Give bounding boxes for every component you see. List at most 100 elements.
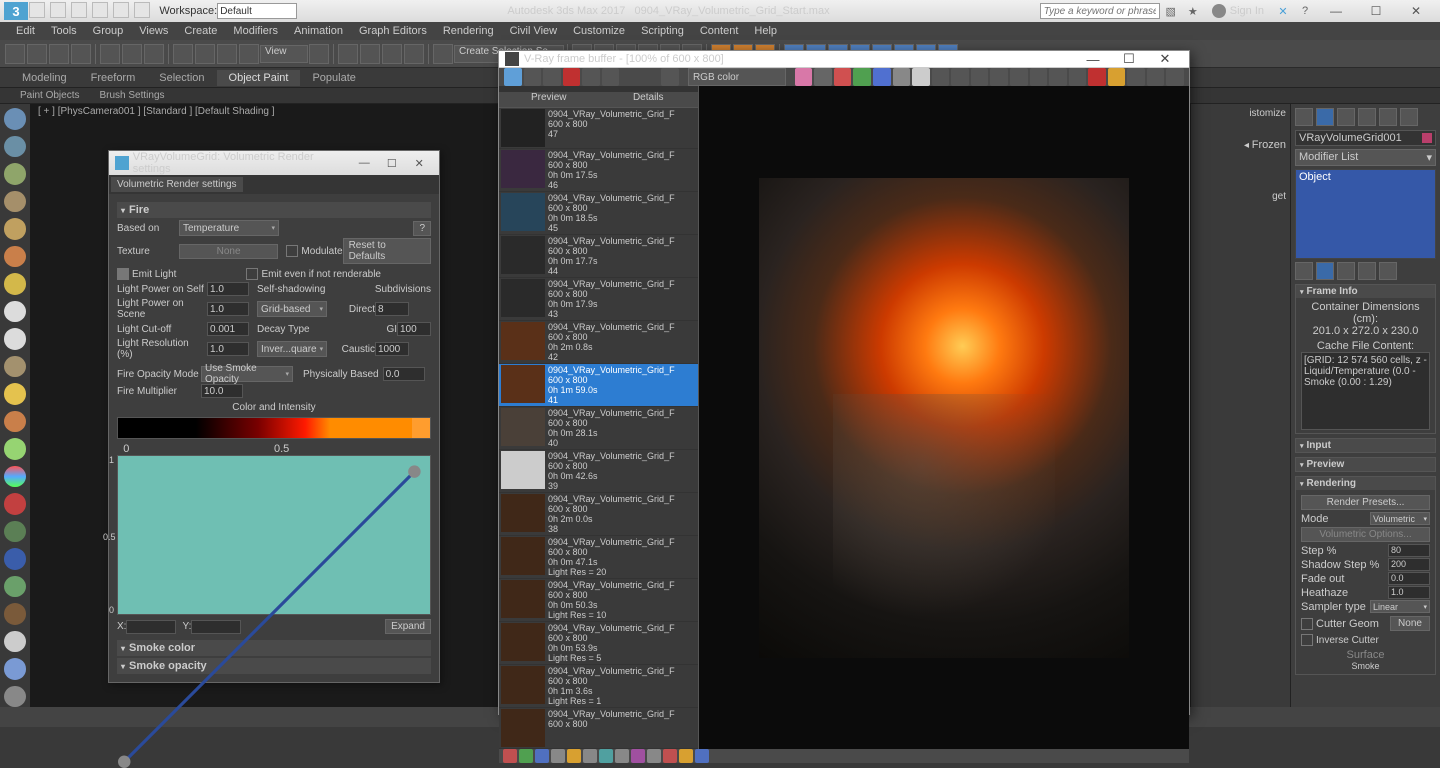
intensity-curve[interactable]: [117, 455, 431, 615]
vfb-clamp-icon[interactable]: [990, 68, 1008, 86]
vfb-g-icon[interactable]: [853, 68, 871, 86]
tool-window-icon[interactable]: [144, 44, 164, 64]
history-item[interactable]: 0904_VRay_Volumetric_Grid_F600 x 8000h 0…: [499, 278, 698, 321]
tool-rect-icon[interactable]: [122, 44, 142, 64]
menu-views[interactable]: Views: [131, 25, 176, 37]
reset-defaults-button[interactable]: Reset to Defaults: [343, 238, 431, 264]
vfb-region-icon[interactable]: [1030, 68, 1048, 86]
menu-animation[interactable]: Animation: [286, 25, 351, 37]
status-green-icon[interactable]: [519, 749, 533, 763]
vfb-maximize-button[interactable]: ☐: [1111, 51, 1147, 67]
vfb-copy-icon[interactable]: [582, 68, 600, 86]
vfb-dot-icon[interactable]: [814, 68, 832, 86]
heat-spinner[interactable]: 1.0: [1388, 586, 1430, 599]
history-item[interactable]: 0904_VRay_Volumetric_Grid_F600 x 8000h 0…: [499, 536, 698, 579]
app-logo[interactable]: 3: [4, 2, 28, 20]
fade-spinner[interactable]: 0.0: [1388, 572, 1430, 585]
obj-wave-icon[interactable]: [4, 548, 26, 570]
tab-selection[interactable]: Selection: [147, 70, 216, 86]
rollout-head-frameinfo[interactable]: Frame Info: [1296, 285, 1435, 298]
vfb-a-icon[interactable]: [893, 68, 911, 86]
history-item[interactable]: 0904_VRay_Volumetric_Grid_F600 x 8000h 0…: [499, 622, 698, 665]
obj-box-icon[interactable]: [4, 136, 26, 158]
obj-plane-icon[interactable]: [4, 301, 26, 323]
qat-open-icon[interactable]: [50, 2, 66, 18]
maximize-button[interactable]: ☐: [1356, 0, 1396, 22]
vfb-saveall-icon[interactable]: [543, 68, 561, 86]
obj-sun-icon[interactable]: [4, 383, 26, 405]
dialog-maximize-button[interactable]: ☐: [378, 157, 405, 170]
cmd-modify-icon[interactable]: [1316, 108, 1334, 126]
obj-cone-icon[interactable]: [4, 246, 26, 268]
status-g4-icon[interactable]: [647, 749, 661, 763]
firemult-spinner[interactable]: 10.0: [201, 384, 243, 398]
menu-modifiers[interactable]: Modifiers: [225, 25, 286, 37]
history-item[interactable]: 0904_VRay_Volumetric_Grid_F600 x 8000h 1…: [499, 665, 698, 708]
search-input[interactable]: [1040, 3, 1160, 19]
stack-show-icon[interactable]: [1316, 262, 1334, 280]
obj-arrow-icon[interactable]: [4, 521, 26, 543]
physbased-spinner[interactable]: 0.0: [383, 367, 425, 381]
obj-torus-icon[interactable]: [4, 191, 26, 213]
emit-light-check[interactable]: Emit Light: [117, 268, 176, 280]
vfb-stop-icon[interactable]: [1069, 68, 1087, 86]
vfb-mono-icon[interactable]: [912, 68, 930, 86]
workspace-combo[interactable]: [217, 3, 297, 19]
caustic-spinner[interactable]: 1000: [375, 342, 409, 356]
history-item[interactable]: 0904_VRay_Volumetric_Grid_F600 x 8000h 0…: [499, 149, 698, 192]
tool-named-sel-icon[interactable]: [433, 44, 453, 64]
qat-save-icon[interactable]: [71, 2, 87, 18]
shadow-spinner[interactable]: 200: [1388, 558, 1430, 571]
menu-create[interactable]: Create: [176, 25, 225, 37]
history-item[interactable]: 0904_VRay_Volumetric_Grid_F600 x 8000h 0…: [499, 407, 698, 450]
history-head-preview[interactable]: Preview: [499, 92, 599, 107]
vfb-track-icon[interactable]: [1049, 68, 1067, 86]
modulate-check[interactable]: Modulate: [286, 245, 342, 257]
basedon-combo[interactable]: Temperature: [179, 220, 279, 236]
dialog-close-button[interactable]: ✕: [406, 157, 433, 170]
minimize-button[interactable]: —: [1316, 0, 1356, 22]
tool-placement-icon[interactable]: [239, 44, 259, 64]
cmd-create-icon[interactable]: [1295, 108, 1313, 126]
emit-nonrender-check[interactable]: Emit even if not renderable: [246, 268, 381, 280]
tool-percent-icon[interactable]: [382, 44, 402, 64]
info-center-icon[interactable]: ▧: [1163, 3, 1179, 19]
qat-new-icon[interactable]: [29, 2, 45, 18]
tool-spinner-icon[interactable]: [404, 44, 424, 64]
status-red-icon[interactable]: [503, 749, 517, 763]
tab-populate[interactable]: Populate: [300, 70, 367, 86]
vfb-r-icon[interactable]: [834, 68, 852, 86]
vfb-ipr-icon[interactable]: [1108, 68, 1126, 86]
obj-creature-icon[interactable]: [4, 603, 26, 625]
step-spinner[interactable]: 80: [1388, 544, 1430, 557]
tool-bind-icon[interactable]: [71, 44, 91, 64]
stack-remove-icon[interactable]: [1358, 262, 1376, 280]
history-item[interactable]: 0904_VRay_Volumetric_Grid_F600 x 8000h 0…: [499, 235, 698, 278]
tab-modeling[interactable]: Modeling: [10, 70, 79, 86]
tool-link-icon[interactable]: [27, 44, 47, 64]
lp-self-spinner[interactable]: 1.0: [207, 282, 249, 296]
vfb-hist-icon[interactable]: [1147, 68, 1165, 86]
tab-objectpaint[interactable]: Object Paint: [217, 70, 301, 86]
panel-paintobjects[interactable]: Paint Objects: [10, 90, 89, 101]
opacity-mode-combo[interactable]: Use Smoke Opacity: [201, 366, 293, 382]
render-presets-button[interactable]: Render Presets...: [1301, 495, 1430, 510]
menu-grapheditors[interactable]: Graph Editors: [351, 25, 435, 37]
status-g3-icon[interactable]: [615, 749, 629, 763]
cmd-hierarchy-icon[interactable]: [1337, 108, 1355, 126]
cutter-none-button[interactable]: None: [1390, 616, 1430, 631]
ref-coord-combo[interactable]: View: [260, 45, 308, 63]
history-item[interactable]: 0904_VRay_Volumetric_Grid_F600 x 800: [499, 708, 698, 749]
inverse-cutter-check[interactable]: Inverse Cutter: [1301, 634, 1379, 646]
vfb-b-icon[interactable]: [873, 68, 891, 86]
obj-rainbow-icon[interactable]: [4, 466, 26, 488]
obj-misc-icon[interactable]: [4, 686, 26, 708]
tool-snap-icon[interactable]: [338, 44, 358, 64]
tab-freeform[interactable]: Freeform: [79, 70, 148, 86]
vfb-cc-icon[interactable]: [1127, 68, 1145, 86]
status-b2-icon[interactable]: [695, 749, 709, 763]
vfb-close-button[interactable]: ✕: [1147, 51, 1183, 67]
obj-light-icon[interactable]: [4, 411, 26, 433]
tool-move-icon[interactable]: [173, 44, 193, 64]
history-item[interactable]: 0904_VRay_Volumetric_Grid_F600 x 8000h 0…: [499, 450, 698, 493]
